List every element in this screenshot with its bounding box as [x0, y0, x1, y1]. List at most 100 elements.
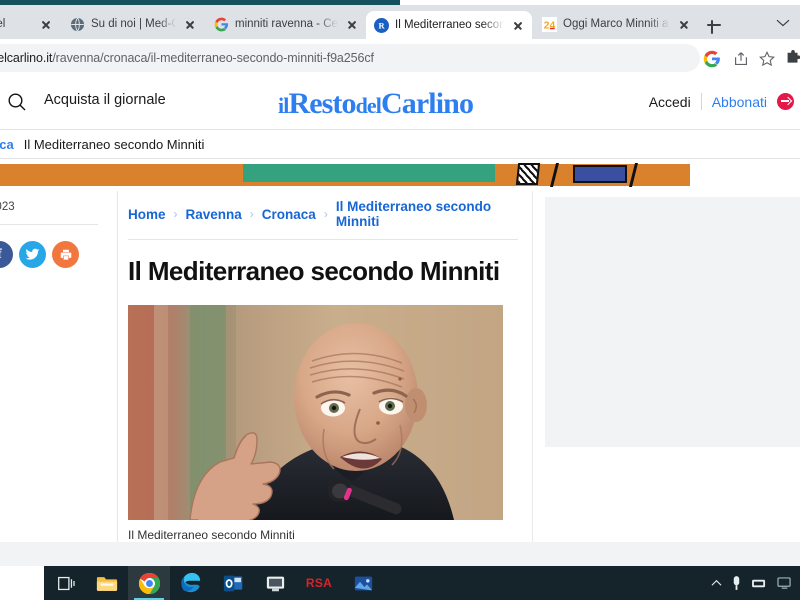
- bookmark-star-icon[interactable]: [758, 50, 776, 68]
- sticky-subheader: aca Il Mediterraneo secondo Minniti: [0, 130, 800, 158]
- google-icon: [214, 17, 229, 31]
- svg-text:R: R: [378, 20, 385, 30]
- breadcrumb-item-home[interactable]: Home: [128, 207, 166, 222]
- google-icon[interactable]: [703, 50, 721, 68]
- article-photo: [128, 305, 503, 520]
- ad-banner[interactable]: [0, 159, 800, 191]
- browser-tab-1[interactable]: Su di noi | Med-Or: [62, 9, 204, 39]
- screen: del Su di noi | Med-Or: [0, 0, 800, 600]
- close-icon[interactable]: [510, 17, 526, 33]
- url-path: /ravenna/cronaca/il-mediterraneo-secondo…: [52, 51, 374, 65]
- url-text: stodelcarlino.it/ravenna/cronaca/il-medi…: [0, 51, 374, 65]
- task-view-icon: [57, 576, 75, 590]
- logo-part-del: del: [355, 93, 382, 118]
- facebook-icon: f: [0, 247, 2, 263]
- close-icon[interactable]: [182, 16, 198, 32]
- browser-tab-4[interactable]: 24 Oggi Marco Minniti a Rav: [534, 9, 698, 39]
- tab-title: minniti ravenna - Cerca c: [235, 18, 338, 30]
- ad-green-band: [243, 164, 495, 182]
- share-twitter-button[interactable]: [19, 241, 46, 268]
- divider: [700, 93, 702, 110]
- file-explorer-button[interactable]: [86, 566, 128, 600]
- article-left-rail: r 2023 f: [0, 191, 118, 542]
- carlino-icon: R: [374, 17, 389, 33]
- subscribe-link[interactable]: Abbonati: [712, 94, 767, 110]
- svg-text:24: 24: [544, 20, 556, 31]
- site-logo[interactable]: ilRestodelCarlino: [278, 87, 474, 121]
- breadcrumb-item-cronaca[interactable]: Cronaca: [262, 207, 316, 222]
- network-icon[interactable]: [751, 577, 768, 590]
- breadcrumb-separator: ›: [323, 207, 328, 221]
- chevron-up-icon[interactable]: [711, 579, 722, 587]
- globe-icon: [70, 17, 85, 31]
- browser-tab-0[interactable]: del: [0, 9, 60, 39]
- logo-part-resto: Resto: [288, 87, 356, 120]
- masthead-actions: Accedi Abbonati: [649, 93, 794, 110]
- breadcrumb-item-current: Il Mediterraneo secondo Minniti: [335, 199, 492, 229]
- breadcrumb: Home › Ravenna › Cronaca › Il Mediterran…: [128, 191, 518, 239]
- start-button[interactable]: [0, 566, 44, 600]
- outlook-button[interactable]: [212, 566, 254, 600]
- breadcrumb-separator: ›: [249, 207, 254, 221]
- site-masthead: Acquista il giornale ilRestodelCarlino A…: [0, 75, 800, 129]
- article-right-rail: [532, 191, 800, 542]
- article-main-column: Home › Ravenna › Cronaca › Il Mediterran…: [118, 191, 532, 542]
- close-icon[interactable]: [676, 16, 692, 32]
- ad-hatch-shape: [515, 163, 541, 185]
- browser-toolbar: stodelcarlino.it/ravenna/cronaca/il-medi…: [0, 39, 800, 114]
- article-figure: Il Mediterraneo secondo Minniti: [128, 305, 503, 542]
- share-print-button[interactable]: [52, 241, 79, 268]
- outlook-icon: [223, 575, 242, 591]
- tab-strip: del Su di noi | Med-Or: [0, 0, 800, 39]
- twitter-icon: [25, 248, 40, 260]
- share-buttons: f: [0, 241, 79, 268]
- share-facebook-button[interactable]: f: [0, 241, 13, 268]
- logo-part-carlino: Carlino: [381, 87, 474, 120]
- new-tab-button[interactable]: [705, 16, 723, 34]
- browser-tab-3[interactable]: R Il Mediterraneo secondo: [366, 11, 532, 39]
- subheader-category[interactable]: aca: [0, 137, 14, 152]
- login-link[interactable]: Accedi: [649, 94, 691, 110]
- close-icon[interactable]: [38, 16, 54, 32]
- news24-icon: 24: [542, 16, 557, 32]
- url-host: stodelcarlino.it: [0, 51, 53, 65]
- tab-title: del: [0, 18, 6, 30]
- buy-newspaper-link[interactable]: Acquista il giornale: [44, 92, 166, 108]
- task-view-button[interactable]: [44, 566, 86, 600]
- photos-button[interactable]: [342, 566, 384, 600]
- extensions-icon[interactable]: [784, 50, 800, 68]
- publish-date: r 2023: [0, 201, 15, 213]
- web-page-content: Acquista il giornale ilRestodelCarlino A…: [0, 75, 800, 566]
- browser-tab-2[interactable]: minniti ravenna - Cerca c: [206, 9, 366, 39]
- chevron-down-icon[interactable]: [776, 19, 790, 27]
- terminal-button[interactable]: [254, 566, 296, 600]
- page-title: Il Mediterraneo secondo Minniti: [128, 256, 500, 286]
- usb-device-icon[interactable]: [731, 575, 742, 592]
- chrome-browser-window: del Su di noi | Med-Or: [0, 0, 800, 566]
- breadcrumb-item-ravenna[interactable]: Ravenna: [186, 207, 242, 222]
- edge-icon: [181, 572, 201, 593]
- display-icon[interactable]: [777, 576, 792, 590]
- system-tray: [711, 575, 800, 592]
- google-chrome-button[interactable]: [128, 566, 170, 600]
- page-background: r 2023 f: [0, 191, 800, 566]
- left-rail-divider: [0, 224, 98, 225]
- tab-title: Su di noi | Med-Or: [91, 18, 176, 30]
- search-icon[interactable]: [6, 91, 28, 113]
- rsa-button[interactable]: RSA: [296, 566, 342, 600]
- chrome-icon: [138, 572, 160, 594]
- address-bar[interactable]: stodelcarlino.it/ravenna/cronaca/il-medi…: [0, 44, 700, 72]
- subheader-title: Il Mediterraneo secondo Minniti: [23, 136, 205, 152]
- monitor-icon: [266, 576, 284, 591]
- breadcrumb-separator: ›: [173, 207, 178, 221]
- photos-icon: [354, 576, 372, 590]
- print-icon: [60, 249, 71, 260]
- arrow-right-icon[interactable]: [777, 93, 794, 110]
- windows-taskbar: RSA: [0, 566, 800, 600]
- sidebar-ad-placeholder[interactable]: [545, 197, 800, 447]
- ad-blue-shape: [573, 165, 627, 183]
- microsoft-edge-button[interactable]: [170, 566, 212, 600]
- close-icon[interactable]: [344, 16, 360, 32]
- tab-title: Oggi Marco Minniti a Rav: [563, 18, 670, 30]
- share-icon[interactable]: [732, 50, 750, 68]
